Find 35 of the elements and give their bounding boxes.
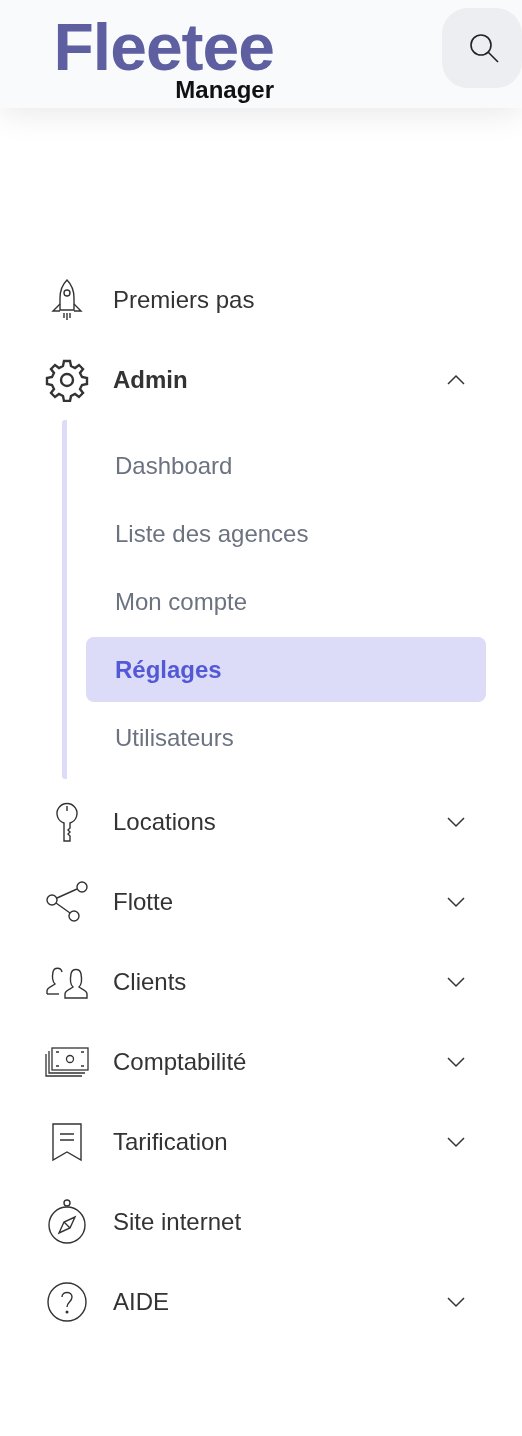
compass-icon (46, 1199, 88, 1245)
menu-label: Locations (113, 808, 217, 836)
menu-label: AIDE (113, 1288, 170, 1316)
menu-item[interactable]: Comptabilité (0, 1022, 522, 1102)
money-icon (44, 1046, 90, 1078)
key-icon (54, 800, 80, 844)
submenu-item[interactable]: Réglages (86, 637, 486, 702)
bookmark-icon (50, 1122, 84, 1162)
menu-label: Flotte (113, 888, 175, 916)
menu-label: Admin (113, 366, 189, 394)
menu-item[interactable]: Premiers pas (0, 260, 522, 340)
search-field[interactable] (442, 8, 522, 88)
menu-label: Site internet (113, 1208, 243, 1236)
menu-item[interactable]: Clients (0, 942, 522, 1022)
help-icon (46, 1281, 88, 1323)
menu-item[interactable]: Tarification (0, 1102, 522, 1182)
menu-label: Clients (113, 968, 188, 996)
menu-label: Premiers pas (113, 286, 256, 314)
gear-icon (45, 358, 89, 402)
menu-item[interactable]: Locations (0, 782, 522, 862)
menu-item[interactable]: Site internet (0, 1182, 522, 1262)
rocket-icon (50, 278, 84, 322)
share-icon (45, 881, 89, 923)
submenu-item[interactable]: Utilisateurs (86, 705, 486, 770)
submenu-item[interactable]: Mon compte (86, 569, 486, 634)
menu-item[interactable]: Flotte (0, 862, 522, 942)
logo: Fleetee (53, 16, 274, 78)
submenu-item[interactable]: Dashboard (86, 433, 486, 498)
menu-label: Tarification (113, 1128, 229, 1156)
menu-item[interactable]: AIDE (0, 1262, 522, 1342)
menu-item[interactable]: Admin (0, 340, 522, 420)
search-icon (468, 32, 500, 64)
submenu-item[interactable]: Liste des agences (86, 501, 486, 566)
menu-label: Comptabilité (113, 1048, 248, 1076)
logo-tagline: Manager (175, 78, 274, 102)
